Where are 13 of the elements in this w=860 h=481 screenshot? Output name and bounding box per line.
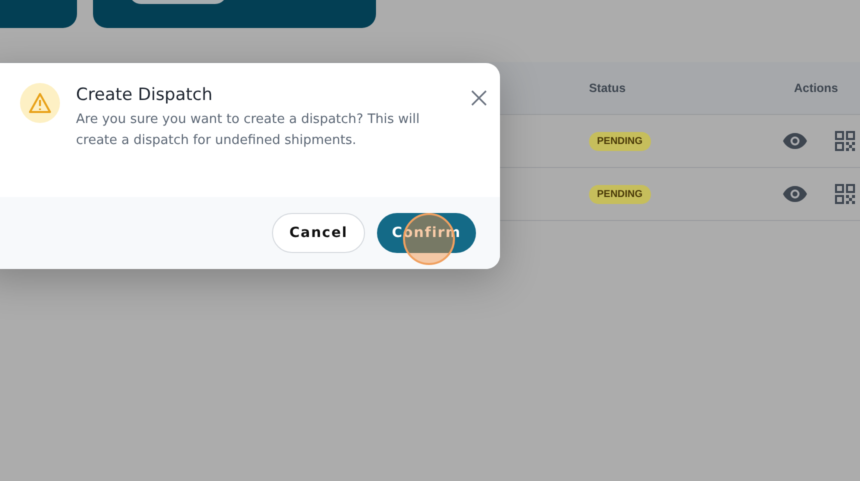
- status-badge: PENDING: [589, 132, 651, 151]
- close-button[interactable]: [470, 89, 488, 107]
- eye-icon[interactable]: [783, 133, 807, 149]
- qr-code-icon[interactable]: [835, 131, 855, 151]
- status-badge: PENDING: [589, 185, 651, 204]
- cancel-button[interactable]: Cancel: [272, 213, 365, 253]
- column-header: Actions: [794, 81, 838, 95]
- dialog-title: Create Dispatch: [76, 85, 214, 105]
- dialog-message: Are you sure you want to create a dispatch? This will create a dispatch for undefined shipments.: [76, 111, 421, 150]
- qr-code-icon[interactable]: [835, 184, 855, 204]
- column-header: Status: [589, 81, 626, 95]
- warning-icon: [29, 93, 51, 113]
- eye-icon[interactable]: [783, 186, 807, 202]
